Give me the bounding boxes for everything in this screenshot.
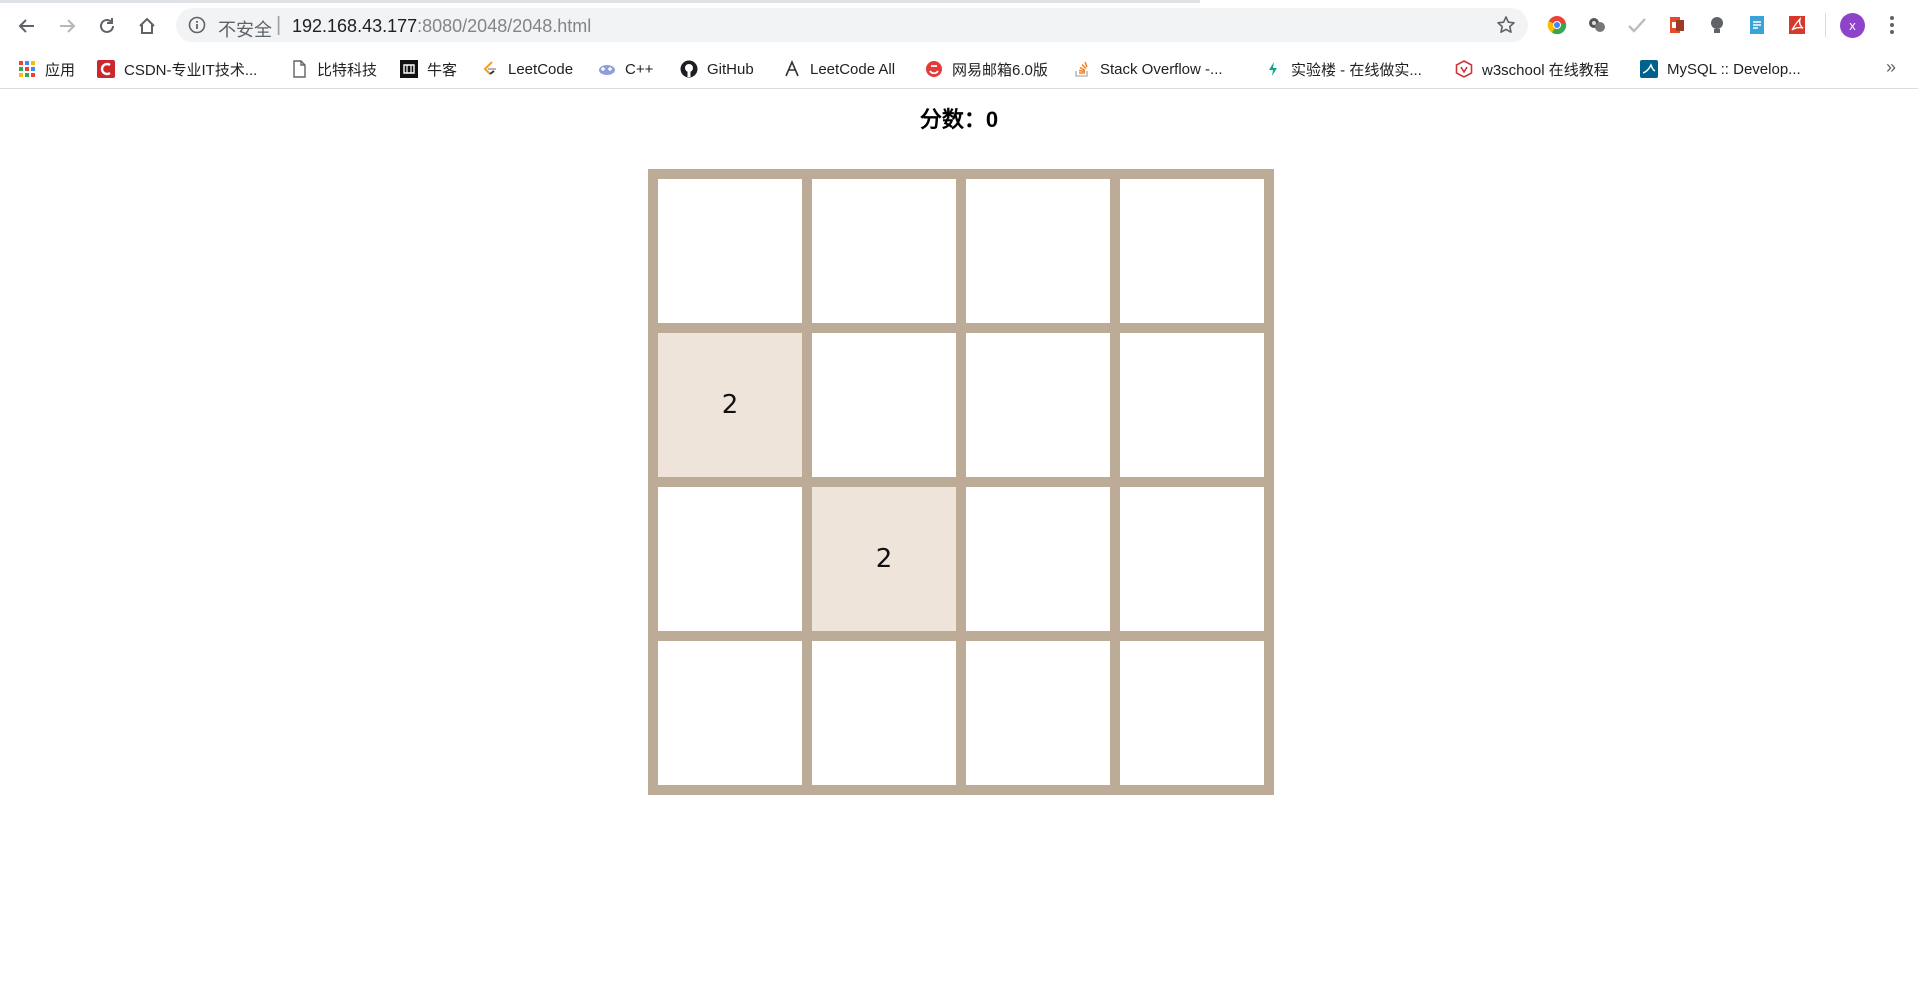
- office-extension-icon[interactable]: [1666, 14, 1688, 36]
- shiyanlou-icon: [1264, 60, 1282, 78]
- tab-strip-edge: [0, 0, 1200, 3]
- empty-cell: [658, 179, 802, 323]
- empty-cell: [966, 641, 1110, 785]
- cplusplus-icon: [598, 60, 616, 78]
- apps-grid-icon: [18, 60, 36, 78]
- bookmark-label: w3school 在线教程: [1482, 61, 1609, 79]
- document-extension-icon[interactable]: [1746, 14, 1768, 36]
- forward-button[interactable]: [53, 12, 81, 40]
- bookmark-netease-mail[interactable]: 网易邮箱6.0版: [925, 51, 1048, 87]
- bookmark-bitekeji[interactable]: 比特科技: [290, 51, 377, 87]
- bookmark-label: 牛客: [427, 61, 458, 79]
- leetcode-all-icon: [783, 60, 801, 78]
- bookmark-label: 应用: [45, 61, 76, 79]
- nowcoder-icon: [400, 60, 418, 78]
- github-icon: [680, 60, 698, 78]
- empty-cell: [1120, 641, 1264, 785]
- bookmarks-overflow-chevron-icon[interactable]: »: [1886, 57, 1896, 78]
- bookmark-apps[interactable]: 应用: [18, 51, 75, 87]
- tile: 2: [658, 333, 802, 477]
- bookmark-label: LeetCode All: [810, 60, 896, 78]
- bookmark-leetcode[interactable]: LeetCode: [481, 51, 573, 87]
- browser-toolbar: 不安全 | 192.168.43.177:8080/2048/2048.html…: [0, 0, 1918, 51]
- arrow-right-icon: [60, 19, 76, 33]
- more-menu-icon[interactable]: [1882, 13, 1902, 37]
- chrome-extension-icon[interactable]: [1546, 14, 1568, 36]
- w3school-icon: [1455, 60, 1473, 78]
- bookmark-cplusplus[interactable]: C++: [598, 51, 653, 87]
- bookmarks-bar: 应用 CSDN-专业IT技术... 比特科技 牛客 LeetCode C++ G…: [0, 51, 1918, 89]
- bookmark-csdn[interactable]: CSDN-专业IT技术...: [97, 51, 257, 87]
- lightbulb-extension-icon[interactable]: [1706, 14, 1728, 36]
- game-board[interactable]: 22: [648, 169, 1274, 795]
- security-label[interactable]: 不安全: [218, 16, 272, 42]
- info-icon[interactable]: [188, 16, 206, 34]
- score-label: 分数：: [919, 107, 986, 132]
- home-icon: [139, 17, 155, 34]
- bookmark-label: 实验楼 - 在线做实...: [1291, 61, 1422, 79]
- url-text[interactable]: 192.168.43.177:8080/2048/2048.html: [292, 16, 591, 37]
- bookmark-label: 网易邮箱6.0版: [952, 61, 1048, 79]
- bookmark-label: 比特科技: [317, 61, 378, 79]
- bookmark-label: GitHub: [707, 60, 754, 78]
- score-value: 0: [985, 107, 999, 132]
- bookmark-label: Stack Overflow -...: [1100, 60, 1223, 78]
- empty-cell: [812, 179, 956, 323]
- tile: 2: [812, 487, 956, 631]
- empty-cell: [1120, 333, 1264, 477]
- empty-cell: [812, 641, 956, 785]
- leetcode-icon: [481, 60, 499, 78]
- address-separator: |: [276, 14, 282, 36]
- address-bar[interactable]: 不安全 | 192.168.43.177:8080/2048/2048.html: [176, 8, 1528, 42]
- bookmark-github[interactable]: GitHub: [680, 51, 754, 87]
- bookmark-mysql[interactable]: MySQL :: Develop...: [1640, 51, 1801, 87]
- url-host: 192.168.43.177: [292, 16, 418, 36]
- reload-icon: [100, 18, 114, 33]
- bookmark-leetcode-all[interactable]: LeetCode All: [783, 51, 895, 87]
- bookmark-stackoverflow[interactable]: Stack Overflow -...: [1073, 51, 1223, 87]
- back-button[interactable]: [13, 12, 41, 40]
- empty-cell: [966, 179, 1110, 323]
- bookmark-label: MySQL :: Develop...: [1667, 60, 1801, 78]
- empty-cell: [658, 487, 802, 631]
- score-display: 分数：0: [0, 102, 1918, 134]
- checkmark-extension-icon[interactable]: [1626, 14, 1648, 36]
- arrow-left-icon: [18, 19, 34, 33]
- profile-avatar[interactable]: x: [1840, 13, 1865, 38]
- mysql-icon: [1640, 60, 1658, 78]
- url-path: :8080/2048/2048.html: [417, 16, 592, 36]
- pdf-extension-icon[interactable]: [1786, 14, 1808, 36]
- netease-mail-icon: [925, 60, 943, 78]
- csdn-icon: [97, 60, 115, 78]
- page-icon: [290, 60, 308, 78]
- toolbar-divider: [1825, 13, 1826, 37]
- bookmark-label: LeetCode: [508, 60, 574, 78]
- empty-cell: [966, 333, 1110, 477]
- bookmark-shiyanlou[interactable]: 实验楼 - 在线做实...: [1264, 51, 1422, 87]
- bookmark-star-icon[interactable]: [1496, 15, 1516, 35]
- stackoverflow-icon: [1073, 60, 1091, 78]
- empty-cell: [812, 333, 956, 477]
- bookmark-label: CSDN-专业IT技术...: [124, 61, 258, 79]
- empty-cell: [1120, 179, 1264, 323]
- empty-cell: [658, 641, 802, 785]
- bookmark-nowcoder[interactable]: 牛客: [400, 51, 457, 87]
- extension-dots-icon[interactable]: [1586, 14, 1608, 36]
- empty-cell: [966, 487, 1110, 631]
- bookmark-label: C++: [625, 60, 654, 78]
- empty-cell: [1120, 487, 1264, 631]
- reload-button[interactable]: [93, 12, 121, 40]
- home-button[interactable]: [133, 12, 161, 40]
- bookmark-w3school[interactable]: w3school 在线教程: [1455, 51, 1609, 87]
